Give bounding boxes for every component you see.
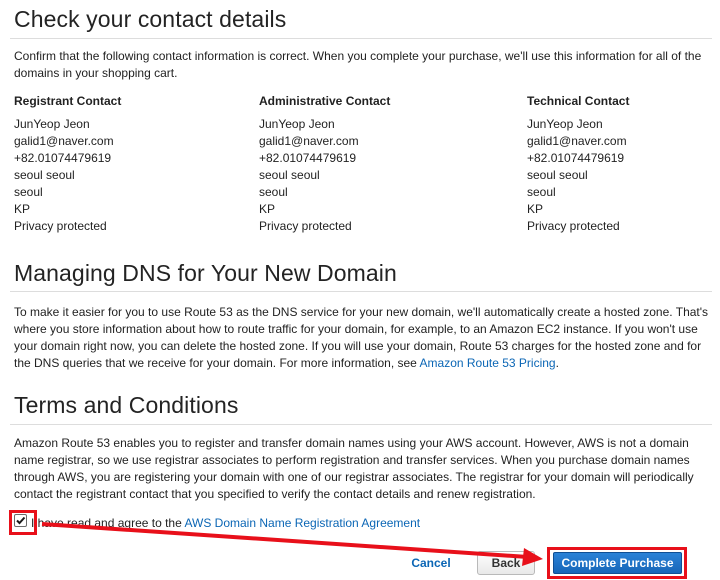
divider <box>10 291 712 292</box>
dns-body: To make it easier for you to use Route 5… <box>14 304 714 372</box>
contact-line: +82.01074479619 <box>259 151 357 165</box>
registrant-heading: Registrant Contact <box>14 94 122 108</box>
contact-line: seoul <box>14 185 43 199</box>
contact-line: seoul seoul <box>259 168 320 182</box>
checkbox-highlight-box <box>9 510 37 535</box>
contact-line: KP <box>527 202 544 216</box>
dns-section-title: Managing DNS for Your New Domain <box>14 260 397 286</box>
contact-line: galid1@naver.com <box>14 134 114 148</box>
administrative-heading: Administrative Contact <box>259 94 391 108</box>
divider <box>10 38 712 39</box>
contact-line: +82.01074479619 <box>14 151 112 165</box>
contact-line: KP <box>14 202 31 216</box>
terms-body: Amazon Route 53 enables you to register … <box>14 436 694 501</box>
contact-line: Privacy protected <box>527 219 620 233</box>
contact-line: galid1@naver.com <box>259 134 359 148</box>
terms-section-title: Terms and Conditions <box>14 392 239 418</box>
dns-body-text: To make it easier for you to use Route 5… <box>14 305 709 370</box>
contact-line: JunYeop Jeon <box>14 117 90 131</box>
technical-heading: Technical Contact <box>527 94 630 108</box>
contact-line: seoul seoul <box>14 168 75 182</box>
administrative-contact: Administrative Contact JunYeop Jeon gali… <box>259 93 509 235</box>
route53-pricing-link[interactable]: Amazon Route 53 Pricing <box>420 356 556 370</box>
contact-line: +82.01074479619 <box>527 151 625 165</box>
back-button[interactable]: Back <box>477 551 535 575</box>
contact-line: JunYeop Jeon <box>527 117 603 131</box>
contact-line: seoul <box>259 185 288 199</box>
registrant-contact: Registrant Contact JunYeop Jeon galid1@n… <box>14 93 264 235</box>
dns-body-end: . <box>555 356 559 370</box>
cancel-button[interactable]: Cancel <box>403 553 459 573</box>
contact-line: galid1@naver.com <box>527 134 627 148</box>
agree-text: I have read and agree to the <box>31 516 182 530</box>
technical-contact: Technical Contact JunYeop Jeon galid1@na… <box>527 93 720 235</box>
contact-line: KP <box>259 202 276 216</box>
contact-line: Privacy protected <box>259 219 352 233</box>
agree-label: I have read and agree to the AWS Domain … <box>31 515 420 532</box>
contact-line: Privacy protected <box>14 219 107 233</box>
button-highlight-box <box>547 547 687 579</box>
contact-line: JunYeop Jeon <box>259 117 335 131</box>
divider <box>10 424 712 425</box>
registration-agreement-link[interactable]: AWS Domain Name Registration Agreement <box>184 516 420 530</box>
contact-line: seoul <box>527 185 556 199</box>
contact-line: seoul seoul <box>527 168 588 182</box>
contact-intro: Confirm that the following contact infor… <box>14 49 702 80</box>
contact-section-title: Check your contact details <box>14 6 287 32</box>
